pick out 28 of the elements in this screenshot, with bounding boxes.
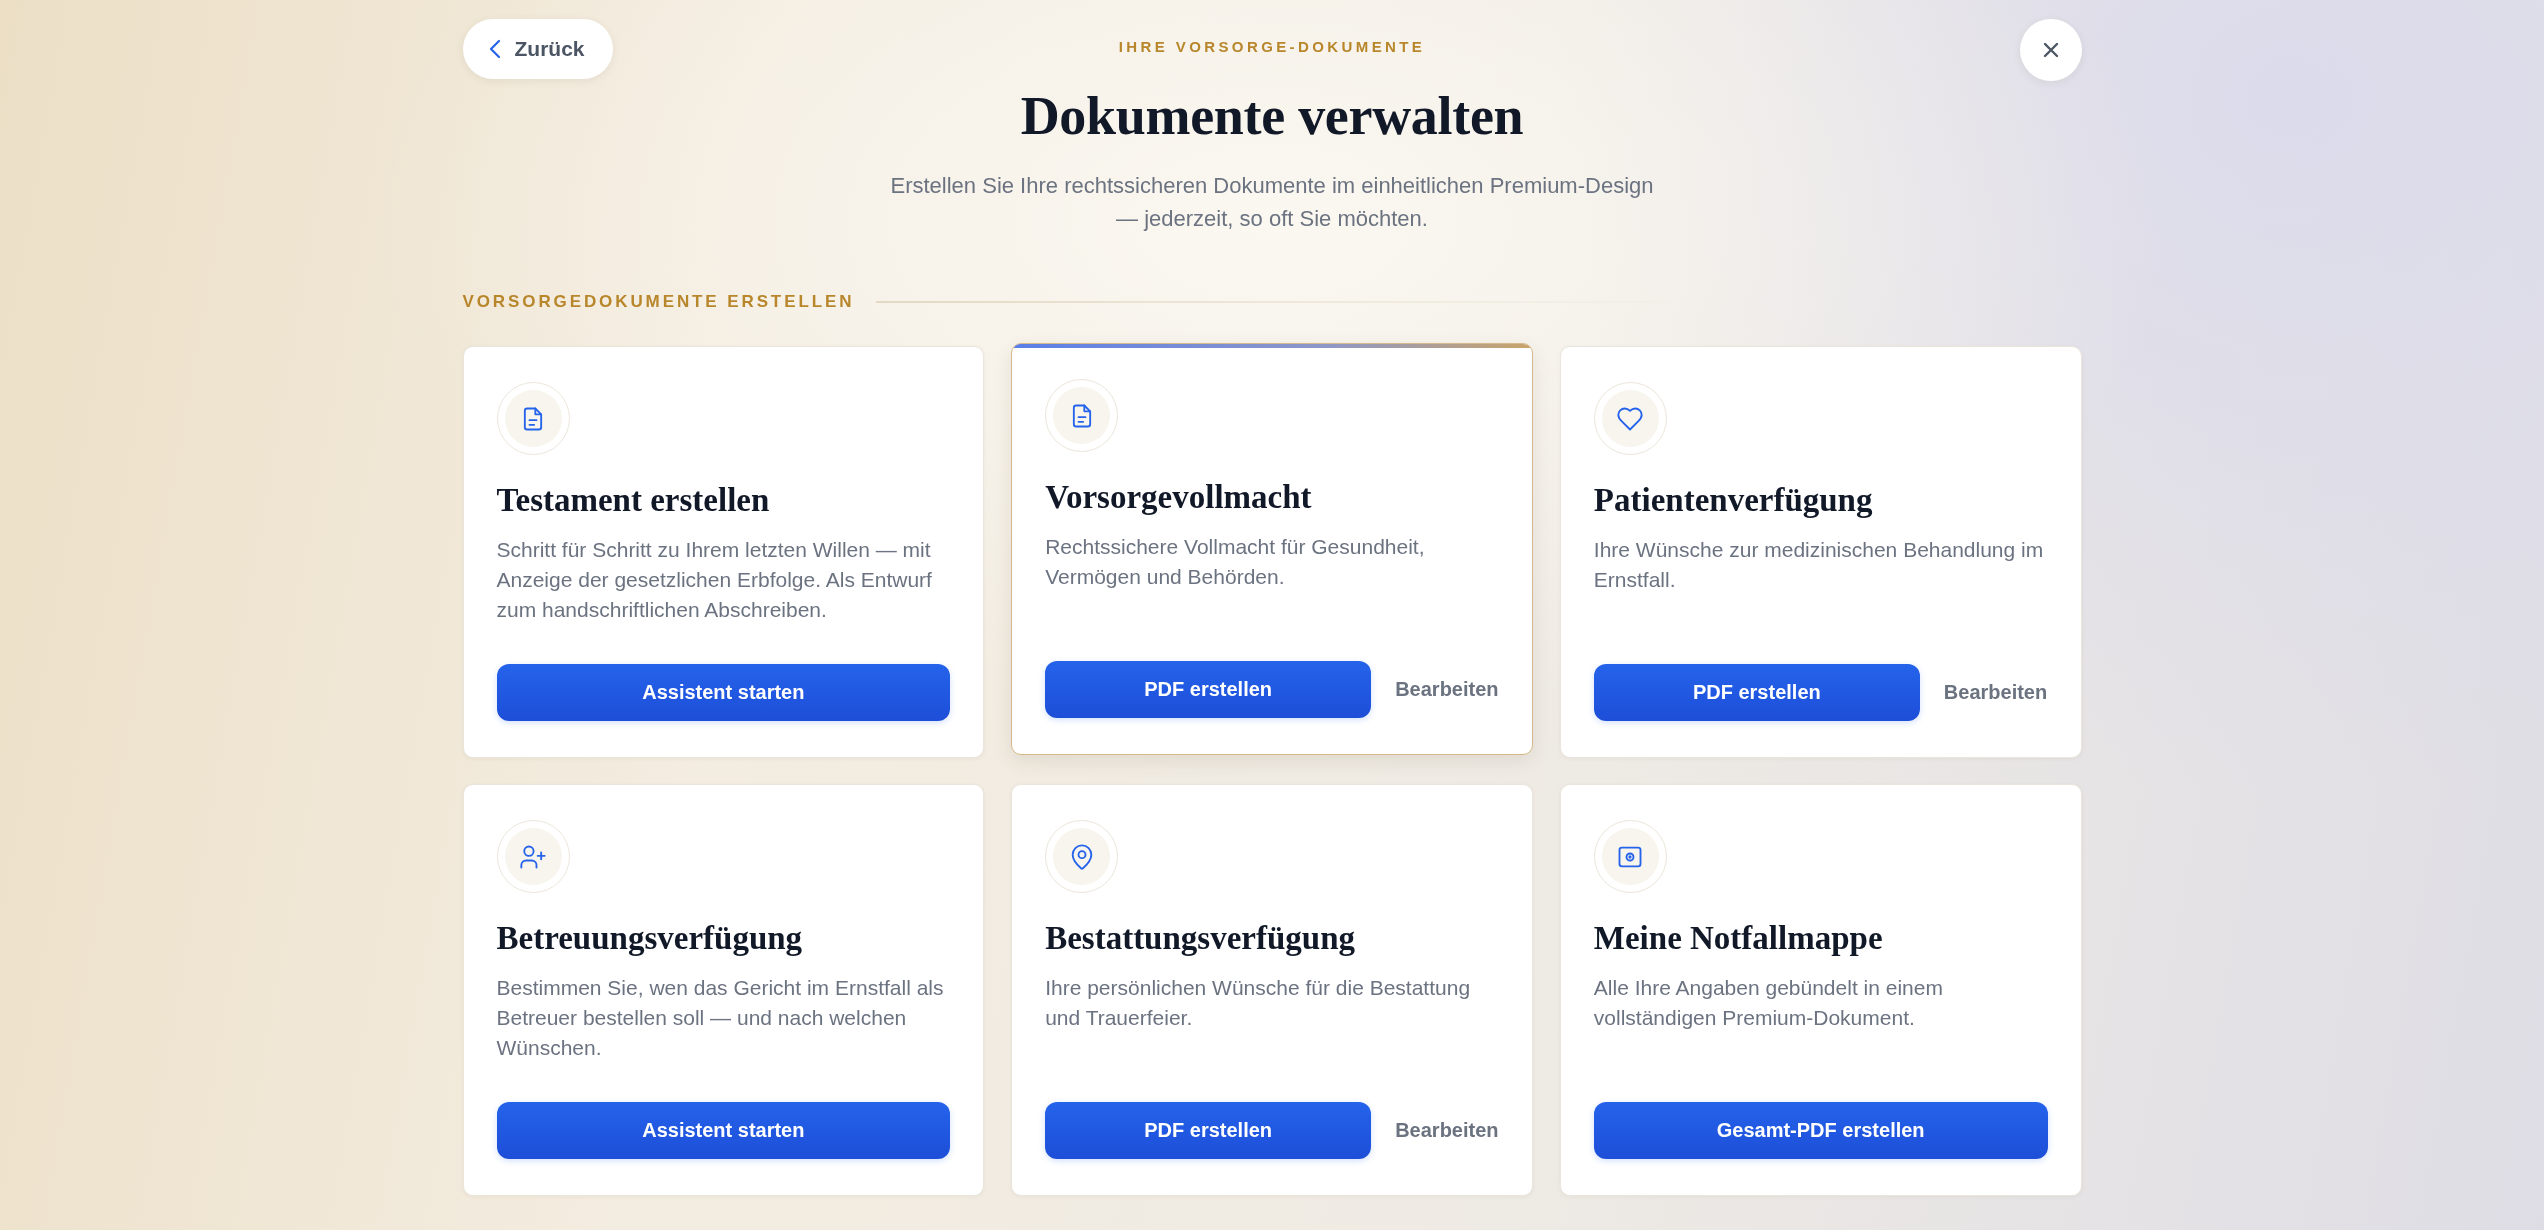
card-description: Schritt für Schritt zu Ihrem letzten Willen — mit Anzeige der gesetzlichen Erbfolge. Als Entwurf zum handschriftlichen Abschreiben. [496, 537, 933, 623]
back-button[interactable]: Zurück [462, 19, 613, 79]
primary-button[interactable]: PDF erstellen [1593, 664, 1920, 721]
eyebrow-label: IHRE VORSORGE-DOKUMENTE [1118, 38, 1426, 56]
card-title: Betreuungsverfügung [496, 919, 804, 957]
card-title: Vorsorgevollmacht [1045, 478, 1313, 516]
edit-link[interactable]: Bearbeiten [1395, 1119, 1499, 1142]
primary-button[interactable]: Gesamt-PDF erstellen [1593, 1102, 2048, 1159]
chevron-left-icon [488, 39, 501, 59]
page-subtitle: Erstellen Sie Ihre rechtssicheren Dokumente im einheitlichen Premium-Design — jederzeit, so oft Sie möchten. [889, 172, 1655, 233]
section-heading: VORSORGEDOKUMENTE ERSTELLEN [462, 292, 855, 312]
edit-link[interactable]: Bearbeiten [1395, 678, 1499, 701]
card-description: Bestimmen Sie, wen das Gericht im Ernstfall als Betreuer bestellen soll — und nach welchen Wünschen. [496, 975, 945, 1061]
card-description: Alle Ihre Angaben gebündelt in einem vollständigen Premium-Dokument. [1593, 975, 1944, 1031]
primary-button[interactable]: Assistent starten [496, 1102, 951, 1159]
page-title: Dokumente verwalten [1020, 85, 1524, 148]
card-description: Ihre Wünsche zur medizinischen Behandlung im Ernstfall. [1593, 537, 2045, 593]
card-description: Ihre persönlichen Wünsche für die Bestattung und Trauerfeier. [1045, 975, 1472, 1031]
card-title: Meine Notfallmappe [1593, 919, 1884, 957]
edit-link[interactable]: Bearbeiten [1943, 681, 2048, 704]
primary-button[interactable]: Assistent starten [496, 664, 951, 721]
card-description: Rechtssichere Vollmacht für Gesundheit, Vermögen und Behörden. [1045, 534, 1426, 590]
card-title: Patientenverfügung [1593, 481, 1874, 519]
primary-button[interactable]: PDF erstellen [1045, 661, 1372, 718]
card-title: Bestattungsverfügung [1045, 919, 1356, 957]
close-icon [2042, 42, 2059, 58]
card-title: Testament erstellen [496, 481, 771, 519]
primary-button[interactable]: PDF erstellen [1045, 1102, 1372, 1159]
